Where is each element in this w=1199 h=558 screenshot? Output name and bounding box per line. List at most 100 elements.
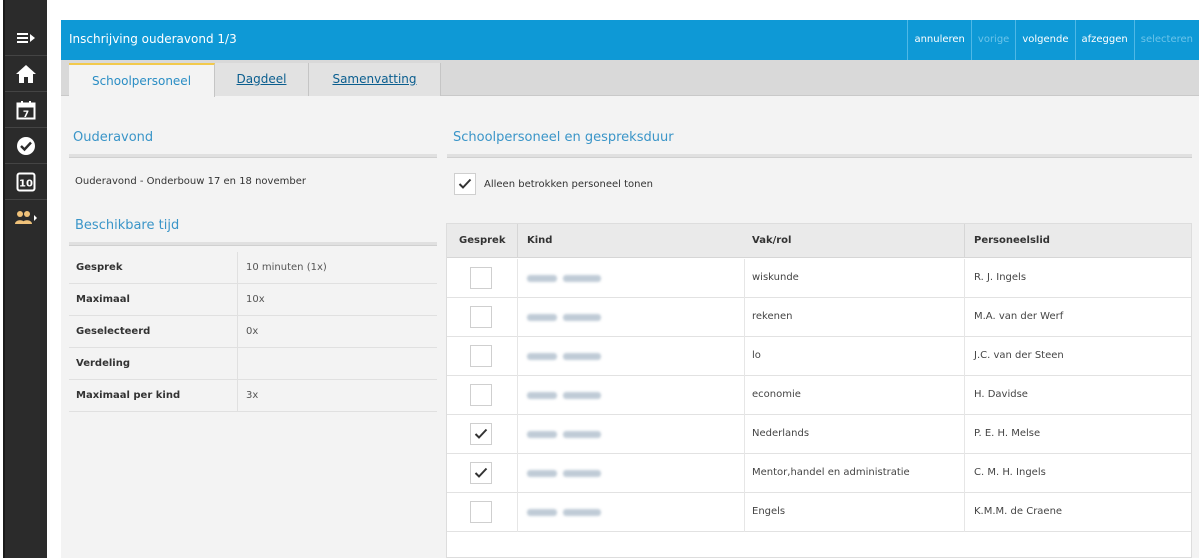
tasks-button[interactable] <box>5 128 47 164</box>
gesprek-checkbox[interactable] <box>470 462 492 484</box>
redacted-child-name <box>527 431 603 438</box>
info-row-maximaal-per-kind: Maximaal per kind 3x <box>69 380 437 412</box>
vak-cell: rekenen <box>752 311 793 322</box>
column-divider <box>744 298 745 337</box>
contacts-button[interactable] <box>5 200 47 236</box>
gesprek-checkbox[interactable] <box>470 384 492 406</box>
gesprek-checkbox[interactable] <box>470 306 492 328</box>
check-circle-icon <box>17 136 35 155</box>
column-divider <box>964 337 965 376</box>
column-divider <box>964 454 965 493</box>
checkmark-icon <box>458 178 472 189</box>
column-divider <box>964 376 965 415</box>
select-button[interactable]: selecteren <box>1133 20 1199 60</box>
column-divider <box>517 415 518 454</box>
info-label: Verdeling <box>76 358 130 369</box>
section-divider <box>447 154 1192 158</box>
ouderavond-heading: Ouderavond <box>73 130 154 145</box>
column-divider <box>517 259 518 298</box>
column-header-personeelslid: Personeelslid <box>974 235 1050 246</box>
column-divider <box>517 224 518 258</box>
info-value: 10 minuten (1x) <box>237 252 437 283</box>
svg-text:10: 10 <box>19 178 33 189</box>
table-row[interactable]: economie H. Davidse <box>447 376 1191 415</box>
info-value: 10x <box>237 284 437 315</box>
gesprek-checkbox[interactable] <box>470 423 492 445</box>
available-time-table: Gesprek 10 minuten (1x) Maximaal 10x Ges… <box>69 252 437 412</box>
checkmark-icon <box>474 467 488 478</box>
table-row[interactable]: Mentor,handel en administratie C. M. H. … <box>447 454 1191 493</box>
column-divider <box>744 454 745 493</box>
table-row[interactable]: lo J.C. van der Steen <box>447 337 1191 376</box>
gesprek-checkbox[interactable] <box>470 345 492 367</box>
table-row[interactable]: rekenen M.A. van der Werf <box>447 298 1191 337</box>
grades-10-icon: 10 <box>16 172 36 191</box>
staff-table: Gesprek Kind Vak/rol Personeelslid wisku… <box>446 223 1192 558</box>
gesprek-checkbox[interactable] <box>470 267 492 289</box>
vak-cell: Nederlands <box>752 428 810 439</box>
next-button[interactable]: volgende <box>1015 20 1074 60</box>
cancel-button[interactable]: annuleren <box>907 20 970 60</box>
personeel-cell: K.M.M. de Craene <box>974 506 1063 517</box>
action-bar: annuleren vorige volgende afzeggen selec… <box>907 20 1199 60</box>
calendar-icon: 7 <box>16 100 36 120</box>
column-divider <box>744 376 745 415</box>
gesprek-checkbox[interactable] <box>470 501 492 523</box>
column-divider <box>517 454 518 493</box>
info-value <box>237 348 437 379</box>
table-header: Gesprek Kind Vak/rol Personeelslid <box>447 224 1191 258</box>
column-header-vak: Vak/rol <box>752 235 792 246</box>
redacted-child-name <box>527 470 603 477</box>
column-divider <box>517 493 518 532</box>
column-divider <box>964 493 965 532</box>
info-label: Gesprek <box>76 262 123 273</box>
calendar-button[interactable]: 7 <box>5 92 47 128</box>
tab-dagdeel[interactable]: Dagdeel <box>215 63 309 96</box>
menu-toggle-button[interactable] <box>5 20 47 56</box>
dialog-frame: Inschrijving ouderavond 1/3 annuleren vo… <box>61 20 1199 558</box>
section-divider <box>69 154 437 158</box>
filter-label: Alleen betrokken personeel tonen <box>484 179 653 190</box>
personeel-cell: J.C. van der Steen <box>974 350 1064 361</box>
decline-button[interactable]: afzeggen <box>1074 20 1134 60</box>
column-header-gesprek: Gesprek <box>459 235 506 246</box>
vak-cell: lo <box>752 350 761 361</box>
personeel-cell: R. J. Ingels <box>974 272 1027 283</box>
previous-button[interactable]: vorige <box>970 20 1015 60</box>
info-row-gesprek: Gesprek 10 minuten (1x) <box>69 252 437 284</box>
people-icon <box>15 211 37 224</box>
column-divider <box>744 337 745 376</box>
grades-button[interactable]: 10 <box>5 164 47 200</box>
personeel-cell: P. E. H. Melse <box>974 428 1041 439</box>
redacted-child-name <box>527 314 603 321</box>
table-row[interactable]: wiskunde R. J. Ingels <box>447 259 1191 298</box>
column-divider <box>964 259 965 298</box>
table-row[interactable]: Nederlands P. E. H. Melse <box>447 415 1191 454</box>
info-row-maximaal: Maximaal 10x <box>69 284 437 316</box>
tab-schoolpersoneel[interactable]: Schoolpersoneel <box>69 63 215 97</box>
svg-text:7: 7 <box>23 110 29 120</box>
info-row-geselecteerd: Geselecteerd 0x <box>69 316 437 348</box>
ouderavond-name: Ouderavond - Onderbouw 17 en 18 november <box>75 176 306 187</box>
column-divider <box>964 298 965 337</box>
redacted-child-name <box>527 353 603 360</box>
info-row-verdeling: Verdeling <box>69 348 437 380</box>
table-row[interactable]: Engels K.M.M. de Craene <box>447 493 1191 532</box>
tab-samenvatting[interactable]: Samenvatting <box>309 63 441 96</box>
column-header-kind: Kind <box>527 235 553 246</box>
info-label: Maximaal <box>76 294 130 305</box>
home-button[interactable] <box>5 56 47 92</box>
info-label: Maximaal per kind <box>76 390 181 401</box>
info-value: 3x <box>237 380 437 411</box>
column-divider <box>517 298 518 337</box>
column-divider <box>964 415 965 454</box>
section-divider <box>69 242 437 246</box>
column-divider <box>964 224 965 258</box>
vak-cell: wiskunde <box>752 272 799 283</box>
column-divider <box>744 415 745 454</box>
redacted-child-name <box>527 392 603 399</box>
checkmark-icon <box>474 428 488 439</box>
tab-bar: Schoolpersoneel Dagdeel Samenvatting <box>61 60 1199 97</box>
filter-checkbox[interactable] <box>454 173 476 195</box>
info-label: Geselecteerd <box>76 326 151 337</box>
